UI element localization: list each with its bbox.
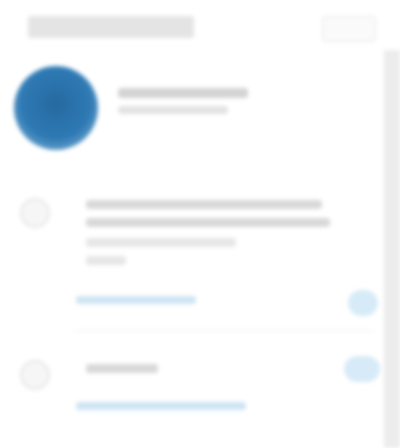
profile-subtitle-text bbox=[118, 106, 119, 107]
scrollbar[interactable] bbox=[384, 50, 400, 448]
item-title-line bbox=[86, 364, 158, 373]
header-action-label bbox=[323, 17, 324, 18]
item-desc-line bbox=[86, 256, 126, 265]
item-1-link bbox=[76, 296, 77, 297]
header-action-button[interactable] bbox=[322, 16, 376, 42]
item-action-button[interactable] bbox=[344, 356, 380, 382]
divider bbox=[74, 330, 374, 331]
profile-name-text bbox=[118, 88, 119, 89]
item-2-link bbox=[76, 402, 77, 403]
item-title-line bbox=[86, 200, 322, 209]
profile-subtitle bbox=[118, 106, 228, 114]
page-title bbox=[28, 16, 194, 38]
avatar[interactable] bbox=[14, 66, 98, 150]
circle-icon bbox=[20, 198, 50, 228]
item-2-title bbox=[86, 364, 87, 365]
item-action-button[interactable] bbox=[348, 290, 378, 316]
item-link[interactable] bbox=[76, 402, 246, 410]
page bbox=[0, 0, 400, 448]
item-1-title bbox=[86, 200, 87, 201]
item-link[interactable] bbox=[76, 296, 196, 304]
item-desc-line bbox=[86, 238, 236, 247]
item-desc-line bbox=[86, 218, 330, 227]
circle-icon bbox=[20, 360, 50, 390]
profile-name bbox=[118, 88, 248, 98]
